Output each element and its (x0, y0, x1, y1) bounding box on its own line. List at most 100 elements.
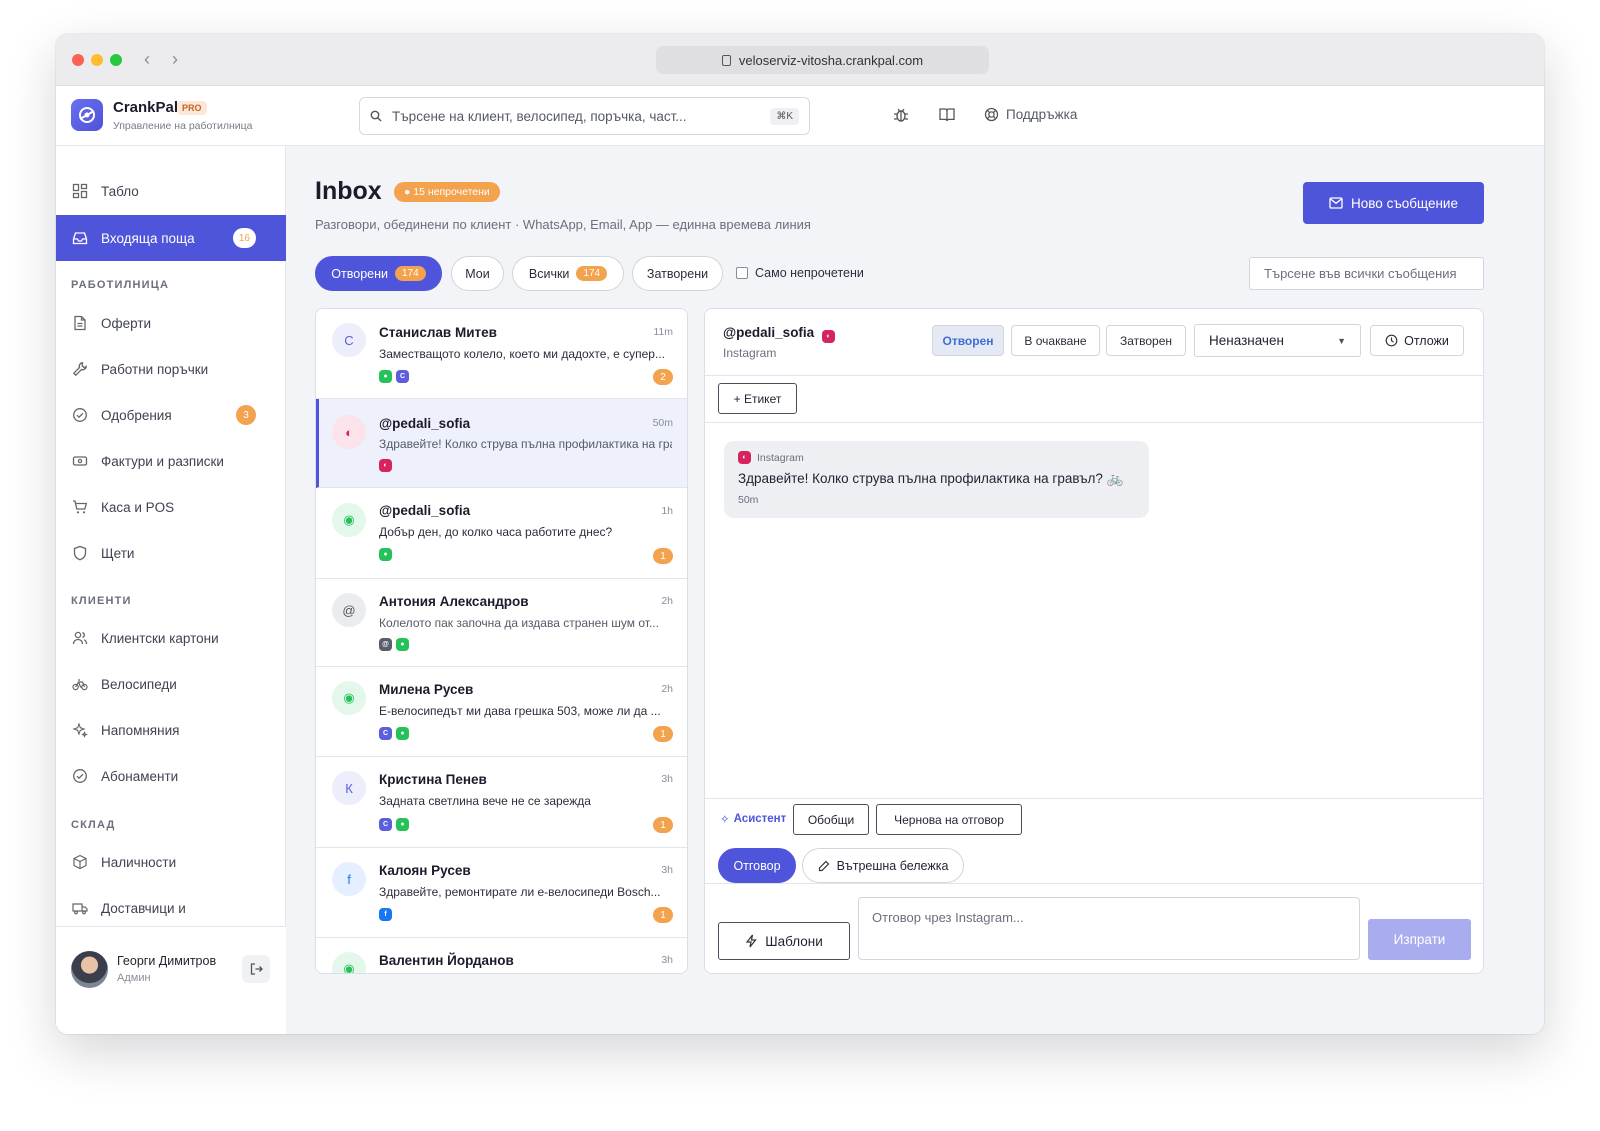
whatsapp-icon: ● (396, 638, 409, 651)
user-role: Админ (117, 972, 151, 984)
clock-icon (1385, 334, 1398, 347)
sidebar-item-label: Работни поръчки (101, 361, 209, 377)
forward-arrow-icon[interactable]: › (172, 49, 178, 70)
snooze-button[interactable]: Отложи (1370, 325, 1464, 356)
list-item[interactable]: С Станислав Митев 11m Заместващото колел… (316, 309, 687, 399)
reply-input[interactable]: Отговор чрез Instagram... (858, 897, 1360, 960)
sidebar-item-approvals[interactable]: Одобрения 3 (56, 392, 286, 438)
list-item[interactable]: ◉ Валентин Йорданов 3h (316, 938, 687, 973)
close-window-button[interactable] (72, 54, 84, 66)
sidebar-item-quotes[interactable]: Оферти (56, 300, 286, 346)
app-icon: C (396, 370, 409, 383)
message-preview: Задната светлина вече не се зарежда (379, 794, 591, 808)
sidebar-item-subscriptions[interactable]: Абонаменти (56, 753, 286, 799)
address-bar[interactable]: veloserviz-vitosha.crankpal.com (656, 46, 989, 74)
crankpal-logo-icon[interactable] (71, 99, 103, 131)
book-icon[interactable] (938, 106, 956, 124)
message-text: Здравейте! Колко струва пълна профилакти… (738, 471, 1124, 486)
sidebar-item-label: Велосипеди (101, 676, 177, 692)
sidebar-item-damages[interactable]: Щети (56, 530, 286, 576)
sidebar-item-pos[interactable]: Каса и POS (56, 484, 286, 530)
assignee-value: Неназначен (1209, 333, 1284, 348)
bug-icon[interactable] (892, 106, 910, 124)
filter-count: 174 (395, 266, 426, 281)
support-link[interactable]: Поддръжка (984, 107, 1077, 122)
document-icon (74, 315, 86, 331)
status-open-button[interactable]: Отворен (932, 325, 1004, 356)
assignee-select[interactable]: Неназначен ▼ (1194, 324, 1361, 357)
sidebar-item-invoices[interactable]: Фактури и разписки (56, 438, 286, 484)
filter-open[interactable]: Отворени 174 (315, 256, 442, 291)
conversation-channel: Instagram (723, 346, 777, 360)
contact-name: @pedali_sofia (379, 416, 471, 431)
avatar[interactable] (71, 951, 108, 988)
approvals-count-badge: 3 (236, 405, 256, 425)
sidebar-item-suppliers[interactable]: Доставчици и (56, 885, 286, 931)
message-source: ◐ Instagram (738, 451, 804, 464)
sidebar-item-work-orders[interactable]: Работни поръчки (56, 346, 286, 392)
sidebar-item-label: Входяща поща (101, 230, 195, 246)
list-item[interactable]: @ Антония Александров 2h Колелото пак за… (316, 579, 687, 667)
avatar: @ (332, 593, 366, 627)
page-icon (721, 54, 731, 66)
message-time: 50m (738, 494, 759, 506)
contact-name: @pedali_sofia (723, 325, 815, 340)
templates-button[interactable]: Шаблони (718, 922, 850, 960)
sidebar-item-label: Напомняния (101, 722, 180, 738)
list-item[interactable]: f Калоян Русев 3h Здравейте, ремонтирате… (316, 848, 687, 938)
app-icon: C (379, 727, 392, 740)
conversation-contact: @pedali_sofia ◐ (723, 325, 835, 343)
lightning-icon (745, 934, 757, 948)
users-icon (72, 631, 88, 645)
message-preview: Здравейте! Колко струва пълна профилакти… (379, 437, 672, 451)
sidebar-item-inbox[interactable]: Входяща поща 16 (56, 215, 286, 261)
sidebar-item-label: Оферти (101, 315, 152, 331)
list-item[interactable]: ◉ @pedali_sofia 1h Добър ден, до колко ч… (316, 488, 687, 579)
status-closed-button[interactable]: Затворен (1106, 325, 1186, 356)
whatsapp-icon: ● (379, 370, 392, 383)
send-button[interactable]: Изпрати (1368, 919, 1471, 960)
status-pending-button[interactable]: В очакване (1011, 325, 1100, 356)
filter-mine[interactable]: Мои (451, 256, 504, 291)
search-all-messages-input[interactable]: Търсене във всички съобщения (1249, 257, 1484, 290)
conversation-list[interactable]: С Станислав Митев 11m Заместващото колел… (315, 308, 688, 974)
tab-internal-note[interactable]: Вътрешна бележка (802, 848, 964, 883)
filter-label: Мои (465, 266, 490, 281)
avatar: С (332, 323, 366, 357)
section-header-workshop: РАБОТИЛНИЦА (71, 279, 170, 291)
contact-name: Валентин Йорданов (379, 953, 514, 968)
sidebar-item-dashboard[interactable]: Табло (56, 168, 286, 214)
sidebar-item-client-cards[interactable]: Клиентски картони (56, 615, 286, 661)
unread-only-toggle[interactable]: Само непрочетени (736, 266, 864, 280)
filter-closed[interactable]: Затворени (632, 256, 723, 291)
summarize-button[interactable]: Обобщи (793, 804, 869, 835)
sidebar-item-bicycles[interactable]: Велосипеди (56, 661, 286, 707)
logout-button[interactable] (242, 955, 270, 983)
sidebar-item-stock[interactable]: Наличности (56, 839, 286, 885)
list-item[interactable]: ◐ @pedali_sofia 50m Здравейте! Колко стр… (316, 399, 687, 488)
minimize-window-button[interactable] (91, 54, 103, 66)
maximize-window-button[interactable] (110, 54, 122, 66)
avatar: f (332, 862, 366, 896)
check-circle-icon (73, 769, 87, 783)
new-message-button[interactable]: Ново съобщение (1303, 182, 1484, 224)
tab-reply[interactable]: Отговор (718, 848, 796, 883)
lifebuoy-icon (984, 107, 999, 122)
page-subtitle: Разговори, обединени по клиент · WhatsAp… (315, 217, 811, 232)
sidebar-item-reminders[interactable]: Напомняния (56, 707, 286, 753)
unread-only-checkbox[interactable] (736, 267, 748, 279)
bicycle-icon (72, 679, 88, 691)
back-arrow-icon[interactable]: ‹ (144, 49, 150, 70)
note-tab-label: Вътрешна бележка (836, 858, 949, 873)
browser-titlebar: ‹ › veloserviz-vitosha.crankpal.com (56, 34, 1544, 86)
assistant-label: ✧ Асистент (720, 812, 786, 826)
add-tag-button[interactable]: + Етикет (718, 383, 797, 414)
global-search-input[interactable]: Търсене на клиент, велосипед, поръчка, ч… (359, 97, 810, 135)
list-item[interactable]: ◉ Милена Русев 2h Е-велосипедът ми дава … (316, 667, 687, 757)
assistant-text: Асистент (733, 813, 787, 825)
list-item[interactable]: К Кристина Пенев 3h Задната светлина веч… (316, 757, 687, 848)
draft-reply-button[interactable]: Чернова на отговор (876, 804, 1022, 835)
plan-badge: PRO (177, 101, 207, 115)
filter-all[interactable]: Всички 174 (512, 256, 624, 291)
sidebar-item-label: Одобрения (101, 407, 172, 423)
